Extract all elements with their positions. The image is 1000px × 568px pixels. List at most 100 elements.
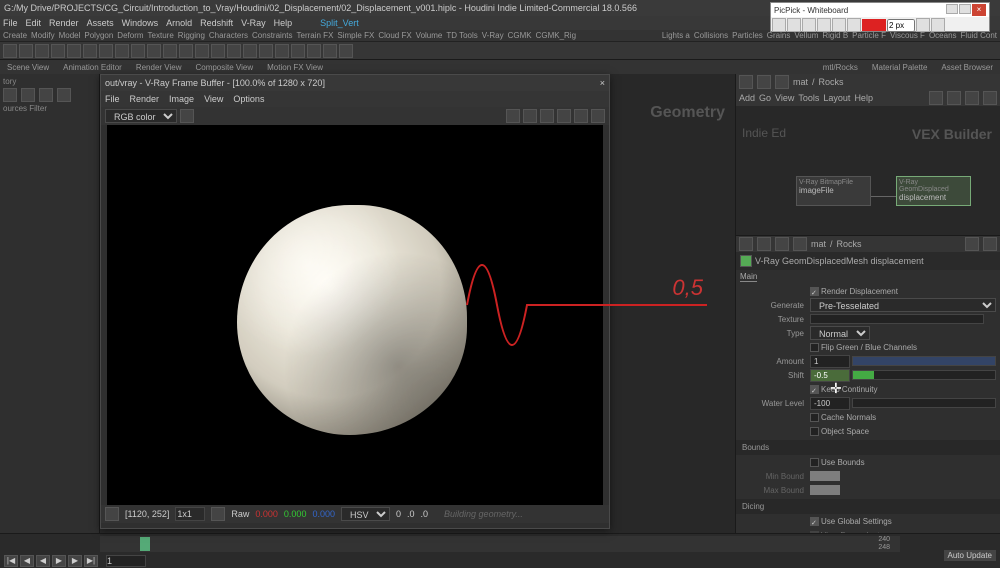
keep-continuity-checkbox[interactable] (810, 385, 819, 394)
render-disp-checkbox[interactable] (810, 287, 819, 296)
vfb-menu-view[interactable]: View (204, 94, 223, 104)
first-frame-button[interactable]: |◀ (4, 555, 18, 567)
global-checkbox[interactable] (810, 517, 819, 526)
menu-icon[interactable] (986, 314, 996, 324)
cache-checkbox[interactable] (810, 413, 819, 422)
shelf-icon[interactable] (275, 44, 289, 58)
water-slider[interactable] (852, 398, 996, 408)
vfb-titlebar[interactable]: out/vray - V-Ray Frame Buffer - [100.0% … (101, 75, 609, 91)
generate-select[interactable]: Pre-Tesselated (810, 298, 996, 312)
node-imagefile[interactable]: V-Ray BitmapFile imageFile (796, 176, 871, 206)
shelf2-collisions[interactable]: Collisions (694, 31, 728, 40)
prev-frame-button[interactable]: ◀ (20, 555, 34, 567)
fwd-icon[interactable] (757, 237, 771, 251)
tab-main[interactable]: Main (740, 272, 757, 282)
tab-animeditor[interactable]: Animation Editor (59, 62, 126, 73)
shelf-vray[interactable]: V-Ray (482, 31, 504, 40)
matcontext-1[interactable]: Material Palette (868, 62, 932, 73)
menu-file[interactable]: File (3, 18, 18, 28)
shelf-tdtools[interactable]: TD Tools (446, 31, 477, 40)
shelf-create[interactable]: Create (3, 31, 27, 40)
last-frame-button[interactable]: ▶| (84, 555, 98, 567)
shelf-icon[interactable] (99, 44, 113, 58)
object-space-checkbox[interactable] (810, 427, 819, 436)
shelf-icon[interactable] (291, 44, 305, 58)
net-tool-icon[interactable] (965, 91, 979, 105)
shelf-icon[interactable] (259, 44, 273, 58)
maximize-icon[interactable] (959, 4, 971, 14)
tool-icon[interactable] (39, 88, 53, 102)
menu-edit[interactable]: Edit (26, 18, 42, 28)
vfb-menu-file[interactable]: File (105, 94, 120, 104)
net-path-mat[interactable]: mat (793, 77, 808, 87)
shelf-icon[interactable] (3, 44, 17, 58)
tool-icon[interactable] (3, 88, 17, 102)
shelf-volume[interactable]: Volume (416, 31, 443, 40)
network-view[interactable]: VEX Builder Indie Ed V-Ray BitmapFile im… (736, 106, 1000, 236)
shelf-icon[interactable] (179, 44, 193, 58)
tab-motionfx[interactable]: Motion FX View (263, 62, 327, 73)
shelf-cgmkrig[interactable]: CGMK_Rig (536, 31, 576, 40)
shelf2-lights[interactable]: Lights a (662, 31, 690, 40)
shelf-cloudfx[interactable]: Cloud FX (378, 31, 411, 40)
use-bounds-checkbox[interactable] (810, 458, 819, 467)
shelf2-particles[interactable]: Particles (732, 31, 763, 40)
shelf-icon[interactable] (51, 44, 65, 58)
menu-assets[interactable]: Assets (87, 18, 114, 28)
minimize-icon[interactable] (946, 4, 958, 14)
vfb-channel-select[interactable]: RGB color (105, 109, 177, 123)
menu-arnold[interactable]: Arnold (166, 18, 192, 28)
menu-redshift[interactable]: Redshift (200, 18, 233, 28)
amount-field[interactable] (810, 355, 850, 368)
shelf-characters[interactable]: Characters (209, 31, 248, 40)
marker-tool-icon[interactable] (802, 18, 816, 32)
curve-icon[interactable] (211, 507, 225, 521)
param-path-rocks[interactable]: Rocks (837, 239, 862, 249)
pick-icon[interactable] (105, 507, 119, 521)
matcontext-2[interactable]: Asset Browser (937, 62, 997, 73)
netmenu-layout[interactable]: Layout (823, 93, 850, 103)
water-field[interactable] (810, 397, 850, 410)
vfb-menu-render[interactable]: Render (130, 94, 160, 104)
auto-update-button[interactable]: Auto Update (944, 550, 996, 561)
param-path-mat[interactable]: mat (811, 239, 826, 249)
node-wire[interactable] (871, 196, 896, 197)
shelf-model[interactable]: Model (59, 31, 81, 40)
help-icon[interactable] (984, 255, 996, 267)
vfb-zoom[interactable] (175, 507, 205, 521)
shelf-simplefx[interactable]: Simple FX (337, 31, 374, 40)
search-icon[interactable] (965, 237, 979, 251)
shelf-icon[interactable] (147, 44, 161, 58)
picpick-window[interactable]: PicPick - Whiteboard × (770, 2, 990, 32)
menu-vray[interactable]: V-Ray (241, 18, 266, 28)
shelf-icon[interactable] (307, 44, 321, 58)
eraser-tool-icon[interactable] (847, 18, 861, 32)
tab-composite[interactable]: Composite View (191, 62, 257, 73)
shift-slider[interactable] (852, 370, 996, 380)
amount-slider[interactable] (852, 356, 996, 366)
vfb-colorspace[interactable]: HSV (341, 507, 390, 521)
shelf-rigging[interactable]: Rigging (178, 31, 205, 40)
vfb-tool-icon[interactable] (540, 109, 554, 123)
shelf-icon[interactable] (19, 44, 33, 58)
line-tool-icon[interactable] (817, 18, 831, 32)
help-icon[interactable] (983, 237, 997, 251)
frame-field[interactable] (106, 555, 146, 567)
netmenu-go[interactable]: Go (759, 93, 771, 103)
shelf-polygon[interactable]: Polygon (84, 31, 113, 40)
home-icon[interactable] (793, 237, 807, 251)
net-path-rocks[interactable]: Rocks (819, 77, 844, 87)
shelf-icon[interactable] (339, 44, 353, 58)
net-tool-icon[interactable] (983, 91, 997, 105)
vfb-tool-icon[interactable] (557, 109, 571, 123)
tab-sceneview[interactable]: Scene View (3, 62, 53, 73)
vfb-close-icon[interactable]: × (600, 78, 605, 88)
shelf-cgmk[interactable]: CGMK (508, 31, 532, 40)
shelf-modify[interactable]: Modify (31, 31, 55, 40)
vfb-tool-icon[interactable] (591, 109, 605, 123)
shelf-icon[interactable] (115, 44, 129, 58)
back-icon[interactable] (739, 75, 753, 89)
shelf-icon[interactable] (67, 44, 81, 58)
menu-help[interactable]: Help (274, 18, 293, 28)
vfb-menu-image[interactable]: Image (169, 94, 194, 104)
